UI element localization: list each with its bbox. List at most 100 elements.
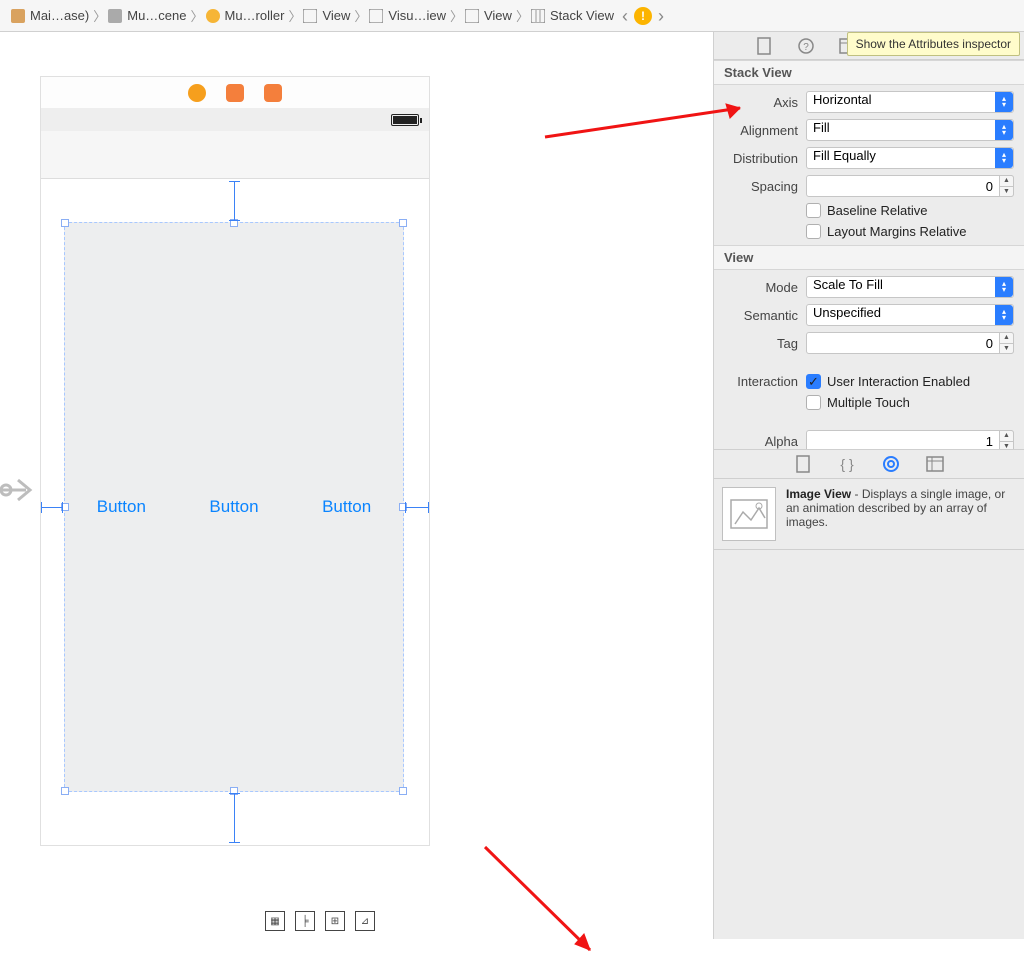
baseline-label: Baseline Relative xyxy=(827,203,927,218)
breadcrumb-jumpbar: Mai…ase) 〉 Mu…cene 〉 Mu…roller 〉 View 〉 … xyxy=(0,0,1024,32)
crumb-label: Mai…ase) xyxy=(30,8,89,23)
alpha-value: 1 xyxy=(986,434,993,449)
crumb-scene[interactable]: Mu…cene xyxy=(103,0,190,31)
inspector-body: Stack View Axis Horizontal Alignment Fil… xyxy=(714,60,1024,449)
ui-button[interactable]: Button xyxy=(209,497,258,517)
alignment-select[interactable]: Fill xyxy=(806,119,1014,141)
storyboard-icon xyxy=(10,8,26,24)
dock-button-2[interactable] xyxy=(226,84,244,102)
library-tabs: { } xyxy=(714,449,1024,479)
navigation-bar xyxy=(41,131,429,179)
spacing-value: 0 xyxy=(986,179,993,194)
scene-dock xyxy=(41,77,429,109)
crumb-label: Stack View xyxy=(550,8,614,23)
scene-icon xyxy=(107,8,123,24)
spacing-input[interactable]: 0▲▼ xyxy=(806,175,1014,197)
pin-tool-icon[interactable]: ⊞ xyxy=(325,911,345,931)
annotation-arrow-1 xyxy=(540,102,750,142)
margins-checkbox[interactable] xyxy=(806,224,821,239)
svg-text:?: ? xyxy=(803,42,809,53)
crumb-view1[interactable]: View xyxy=(298,0,354,31)
constraint-left xyxy=(41,507,63,508)
distribution-select[interactable]: Fill Equally xyxy=(806,147,1014,169)
crumb-view3[interactable]: View xyxy=(460,0,516,31)
svg-text:{ }: { } xyxy=(840,456,854,472)
canvas[interactable]: Button Button Button ▦ ╞ ⊞ ⊿ xyxy=(0,32,714,939)
battery-icon xyxy=(391,114,419,126)
axis-select[interactable]: Horizontal xyxy=(806,91,1014,113)
chevron-icon: 〉 xyxy=(516,6,526,25)
semantic-label: Semantic xyxy=(724,308,806,323)
inspector-panel: ? Show the Attributes inspector Stack Vi… xyxy=(714,32,1024,939)
alignment-value: Fill xyxy=(813,120,830,135)
library-item-text: Image View - Displays a single image, or… xyxy=(786,487,1016,529)
crumb-label: Visu…iew xyxy=(388,8,446,23)
warning-icon[interactable]: ! xyxy=(634,7,652,25)
crumb-label: View xyxy=(322,8,350,23)
chevron-icon: 〉 xyxy=(191,6,201,25)
tag-input[interactable]: 0▲▼ xyxy=(806,332,1014,354)
resolve-tool-icon[interactable]: ⊿ xyxy=(355,911,375,931)
crumb-view2[interactable]: Visu…iew xyxy=(364,0,450,31)
controller-icon xyxy=(205,8,221,24)
ui-button[interactable]: Button xyxy=(322,497,371,517)
margins-label: Layout Margins Relative xyxy=(827,224,966,239)
stack-tool-icon[interactable]: ▦ xyxy=(265,911,285,931)
multiple-touch-checkbox[interactable] xyxy=(806,395,821,410)
align-tool-icon[interactable]: ╞ xyxy=(295,911,315,931)
distribution-label: Distribution xyxy=(724,151,806,166)
file-template-tab[interactable] xyxy=(792,453,814,475)
user-interaction-checkbox[interactable] xyxy=(806,374,821,389)
status-bar xyxy=(41,109,429,131)
back-arrow-icon[interactable]: ‹ xyxy=(622,7,628,25)
library-item-imageview[interactable]: Image View - Displays a single image, or… xyxy=(714,479,1024,550)
mode-value: Scale To Fill xyxy=(813,277,883,292)
crumb-label: Mu…cene xyxy=(127,8,186,23)
tag-value: 0 xyxy=(986,336,993,351)
mode-select[interactable]: Scale To Fill xyxy=(806,276,1014,298)
multiple-touch-label: Multiple Touch xyxy=(827,395,910,410)
chevron-icon: 〉 xyxy=(288,6,298,25)
alpha-label: Alpha xyxy=(724,434,806,449)
interaction-label: Interaction xyxy=(724,374,806,389)
crumb-main[interactable]: Mai…ase) xyxy=(6,0,93,31)
crumb-controller[interactable]: Mu…roller xyxy=(201,0,289,31)
chevron-icon: 〉 xyxy=(450,6,460,25)
object-library-tab[interactable] xyxy=(880,453,902,475)
section-view-header: View xyxy=(714,245,1024,270)
chevron-icon: 〉 xyxy=(93,6,103,25)
stack-icon xyxy=(530,8,546,24)
baseline-checkbox[interactable] xyxy=(806,203,821,218)
media-library-tab[interactable] xyxy=(924,453,946,475)
ui-button[interactable]: Button xyxy=(97,497,146,517)
spacing-label: Spacing xyxy=(724,179,806,194)
file-inspector-tab[interactable] xyxy=(754,36,774,56)
constraint-bottom xyxy=(234,793,235,843)
axis-value: Horizontal xyxy=(813,92,872,107)
mode-label: Mode xyxy=(724,280,806,295)
selected-stackview[interactable]: Button Button Button xyxy=(64,222,404,792)
section-stackview-header: Stack View xyxy=(714,60,1024,85)
help-inspector-tab[interactable]: ? xyxy=(796,36,816,56)
annotation-arrow-2 xyxy=(480,842,600,962)
constraint-top xyxy=(234,181,235,221)
tag-label: Tag xyxy=(724,336,806,351)
distribution-value: Fill Equally xyxy=(813,148,876,163)
crumb-label: Mu…roller xyxy=(225,8,285,23)
user-interaction-label: User Interaction Enabled xyxy=(827,374,970,389)
chevron-icon: 〉 xyxy=(354,6,364,25)
canvas-bottom-toolbar: ▦ ╞ ⊞ ⊿ xyxy=(265,911,375,931)
forward-arrow-icon[interactable]: › xyxy=(658,7,664,25)
code-snippet-tab[interactable]: { } xyxy=(836,453,858,475)
view-icon xyxy=(302,8,318,24)
library-item-title: Image View xyxy=(786,487,851,501)
dock-button-1[interactable] xyxy=(188,84,206,102)
crumb-label: View xyxy=(484,8,512,23)
semantic-value: Unspecified xyxy=(813,305,881,320)
crumb-stackview[interactable]: Stack View xyxy=(526,0,618,31)
imageview-icon xyxy=(722,487,776,541)
dock-button-3[interactable] xyxy=(264,84,282,102)
alpha-input[interactable]: 1▲▼ xyxy=(806,430,1014,449)
semantic-select[interactable]: Unspecified xyxy=(806,304,1014,326)
view-icon xyxy=(368,8,384,24)
